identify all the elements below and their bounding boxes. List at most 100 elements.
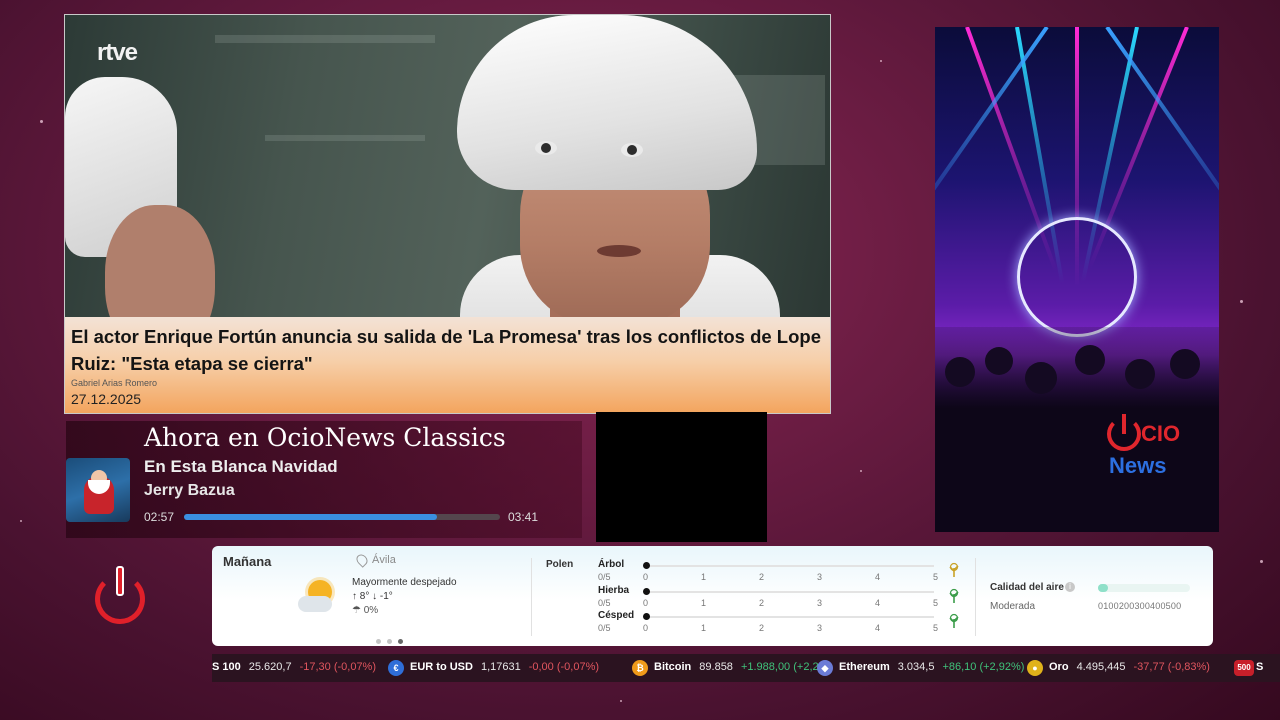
pollen-label: Polen: [546, 559, 574, 570]
promo-image[interactable]: CIO News: [935, 27, 1219, 532]
elapsed-time: 02:57: [144, 510, 175, 524]
ticker-item[interactable]: S: [1256, 661, 1279, 673]
air-quality-bar: [1098, 584, 1190, 592]
pollen-tick-label: 3: [817, 598, 823, 608]
playback-progress-bar[interactable]: [184, 514, 500, 520]
pollen-level-marker: [643, 613, 650, 620]
euro-icon: €: [388, 660, 404, 676]
sparkle: [880, 60, 882, 62]
pollen-tick-label: 3: [817, 572, 823, 582]
gold-icon: ●: [1027, 660, 1043, 676]
ticker-name: Oro: [1049, 661, 1069, 673]
sparkle: [20, 520, 22, 522]
sp500-icon: 500: [1234, 660, 1254, 676]
pollen-tick-label: 4: [875, 598, 881, 608]
pollen-tick-label: 0: [643, 598, 649, 608]
ticker-name: EUR to USD: [410, 661, 473, 673]
air-quality-label: Calidad del aire: [990, 582, 1064, 593]
weed-icon: [946, 588, 962, 604]
pollen-tick-label: 2: [759, 572, 765, 582]
pollen-tick-label: 5: [933, 572, 939, 582]
ticker-item[interactable]: Ethereum 3.034,5 +86,10 (+2,92%): [839, 661, 1024, 673]
carousel-dot-active[interactable]: [398, 639, 403, 644]
ticker-name: S: [1256, 661, 1264, 673]
weather-description: Mayormente despejado: [352, 577, 457, 588]
rain-value: 0%: [363, 605, 379, 616]
song-title: En Esta Blanca Navidad: [144, 457, 338, 476]
ticker-name: S 100: [212, 661, 241, 673]
sparkle: [860, 470, 862, 472]
carousel-dot[interactable]: [376, 639, 381, 644]
total-time: 03:41: [508, 510, 539, 524]
tree-icon: [946, 562, 962, 578]
pollen-name: Árbol: [598, 559, 625, 570]
pollen-scale-line: [646, 616, 934, 618]
news-caption: El actor Enrique Fortún anuncia su salid…: [65, 317, 830, 413]
ticker-item[interactable]: EUR to USD 1,17631 -0,00 (-0,07%): [410, 661, 599, 673]
pollen-tick-label: 2: [759, 598, 765, 608]
air-quality-fill: [1098, 584, 1108, 592]
weather-location: Ávila: [372, 554, 396, 566]
power-button[interactable]: [95, 566, 147, 624]
pollen-tick-label: 0: [643, 623, 649, 633]
sparkle: [1260, 560, 1263, 563]
ticker-name: Bitcoin: [654, 661, 692, 673]
pollen-tick-label: 1: [701, 572, 707, 582]
video-placeholder: [596, 412, 767, 542]
ticker-value: 89.858: [699, 661, 733, 673]
pollen-tick-label: 5: [933, 623, 939, 633]
pollen-tick-label: 3: [817, 623, 823, 633]
pollen-level-marker: [643, 562, 650, 569]
ticker-change: +86,10 (+2,92%): [942, 661, 1025, 673]
ethereum-icon: ◆: [817, 660, 833, 676]
ticker-value: 1,17631: [480, 661, 521, 673]
grass-icon: [946, 613, 962, 629]
sparkle: [620, 700, 622, 702]
pollen-tick-label: 4: [875, 623, 881, 633]
rtve-logo: rtve: [97, 39, 138, 66]
carousel-dots[interactable]: [376, 631, 409, 649]
weather-day: Mañana: [223, 554, 272, 569]
pollen-score: 0/5: [598, 623, 611, 633]
pollen-level-marker: [643, 588, 650, 595]
ticker-value: 4.495,445: [1076, 661, 1126, 673]
ticker-change: +1.988,00 (+2,2: [740, 661, 819, 673]
ticker-name: Ethereum: [839, 661, 890, 673]
playback-progress-fill: [184, 514, 437, 520]
ticker-change: -37,77 (-0,83%): [1133, 661, 1210, 673]
pollen-row: Árbol 0/5 0 1 2 3 4 5: [598, 559, 948, 585]
pollen-tick-label: 1: [701, 598, 707, 608]
divider: [975, 558, 976, 636]
pollen-name: Césped: [598, 610, 635, 621]
pollen-tick-label: 4: [875, 572, 881, 582]
sparkle: [40, 120, 43, 123]
news-card[interactable]: rtve El actor Enrique Fortún anuncia su …: [64, 14, 831, 414]
pollen-scale-line: [646, 591, 934, 593]
ticker-value: 25.620,7: [248, 661, 292, 673]
info-icon[interactable]: i: [1065, 582, 1075, 592]
air-quality-scale: 0100200300400500: [1098, 601, 1182, 611]
ticker-item[interactable]: S 100 25.620,7 -17,30 (-0,07%): [212, 661, 376, 673]
location-pin-icon: [354, 552, 370, 568]
album-cover: [66, 458, 130, 522]
carousel-dot[interactable]: [387, 639, 392, 644]
now-playing-heading: Ahora en OcioNews Classics: [144, 423, 506, 452]
ticker-change: -17,30 (-0,07%): [299, 661, 377, 673]
ticker-item[interactable]: Oro 4.495,445 -37,77 (-0,83%): [1049, 661, 1210, 673]
weather-widget: Mañana Ávila Mayormente despejado ↑ 8° ↓…: [212, 546, 1213, 646]
rain-chance: ☂ 0%: [352, 605, 379, 616]
pollen-row: Hierba 0/5 0 1 2 3 4 5: [598, 585, 948, 611]
news-headline[interactable]: El actor Enrique Fortún anuncia su salid…: [71, 323, 826, 377]
ticker-item[interactable]: Bitcoin 89.858 +1.988,00 (+2,2: [654, 661, 819, 673]
pollen-tick-label: 5: [933, 598, 939, 608]
pollen-name: Hierba: [598, 585, 630, 596]
pollen-score: 0/5: [598, 572, 611, 582]
bitcoin-icon: ₿: [632, 660, 648, 676]
pollen-scale-line: [646, 565, 934, 567]
pollen-score: 0/5: [598, 598, 611, 608]
ticker-value: 3.034,5: [897, 661, 935, 673]
news-author: Gabriel Arias Romero: [71, 378, 158, 388]
pollen-tick-label: 0: [643, 572, 649, 582]
news-date: 27.12.2025: [71, 391, 142, 407]
news-image: rtve: [65, 15, 830, 317]
